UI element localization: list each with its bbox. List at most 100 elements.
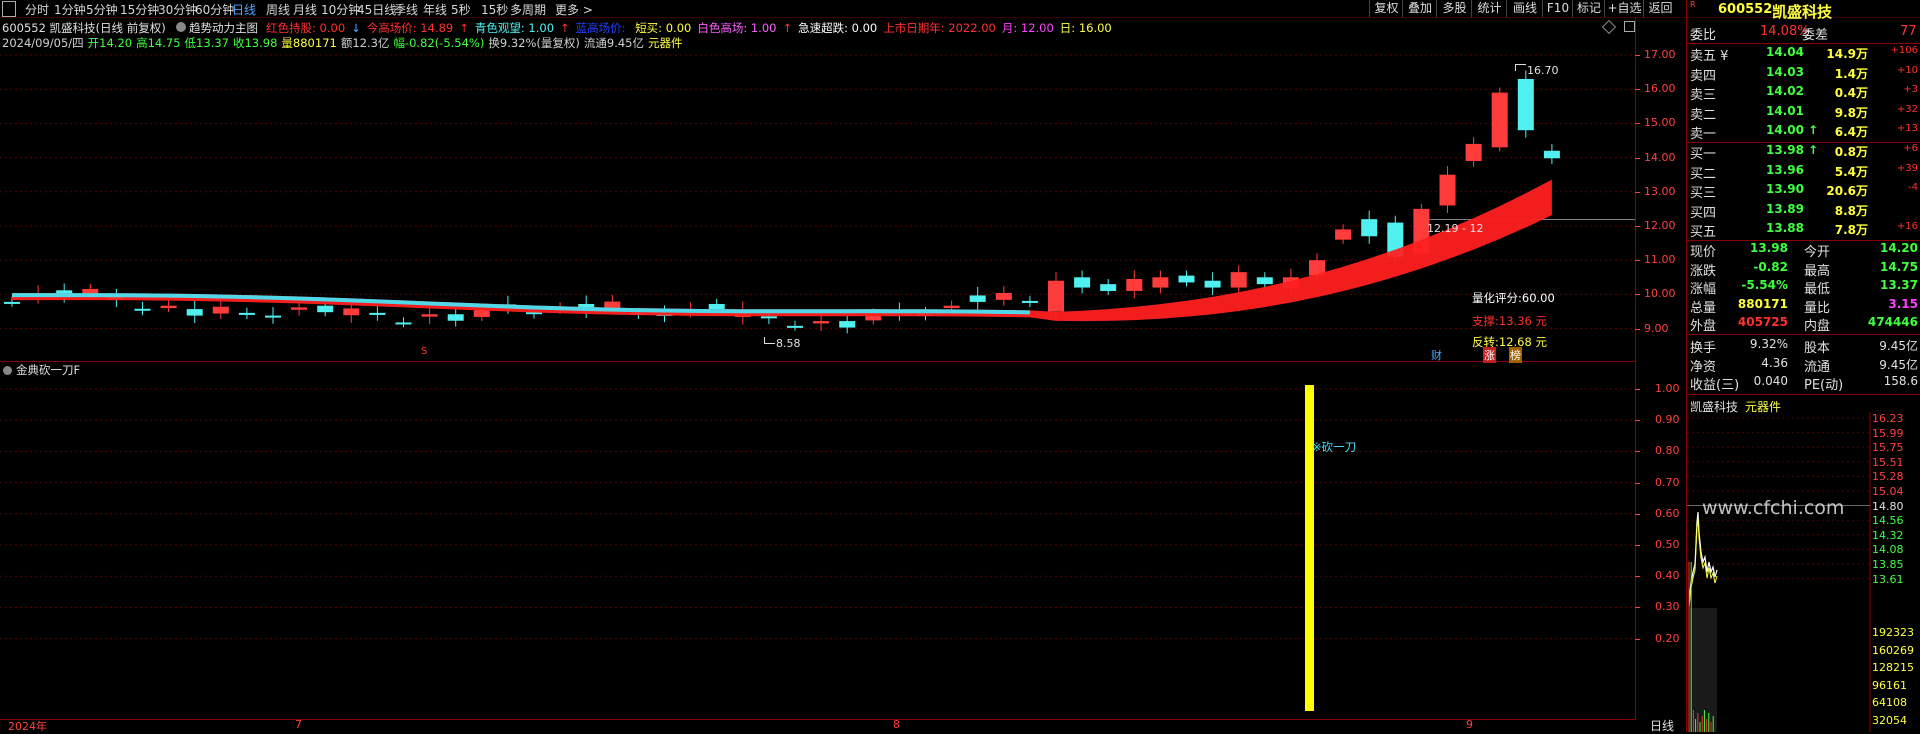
- stat-label: 最低: [1804, 282, 1831, 297]
- candle-body: [760, 316, 777, 319]
- bids-row-4: 买五 13.88 7.8万 +16: [1688, 221, 1920, 240]
- bids-label: 买一: [1690, 147, 1717, 162]
- mini-price-tick: 14.56: [1872, 514, 1904, 528]
- main-y-tickmark: [1635, 123, 1640, 125]
- stat-value: 405725: [1737, 315, 1788, 329]
- period-tab-5[interactable]: 60分钟: [195, 1, 234, 18]
- period-tab-7[interactable]: 周线: [266, 1, 290, 18]
- main-y-tickmark: [1635, 55, 1640, 56]
- candle-body: [291, 307, 308, 310]
- sub-y-tickmark: [1635, 420, 1640, 422]
- stat-label: 今开: [1804, 245, 1831, 260]
- stat-value: 9.45亿: [1879, 357, 1918, 372]
- menu-toggle-icon[interactable]: [2, 1, 16, 17]
- candle-body: [265, 315, 281, 318]
- mini-volume-tick: 96161: [1872, 678, 1907, 692]
- trend-band-up: [12, 179, 1552, 322]
- bids-label: 买五: [1690, 225, 1717, 240]
- asks-label: 卖四: [1690, 68, 1717, 84]
- tool-button-7[interactable]: +自选: [1604, 0, 1644, 17]
- period-tab-12[interactable]: 年线: [423, 1, 447, 18]
- stat-row-1: 涨跌 -0.82 最高 14.75: [1688, 259, 1920, 279]
- tool-button-6[interactable]: 标记: [1572, 0, 1605, 17]
- period-tab-4[interactable]: 30分钟: [158, 1, 197, 18]
- tool-button-8[interactable]: 返回: [1643, 0, 1677, 17]
- period-tab-13[interactable]: 5秒: [451, 1, 471, 18]
- candle-body: [4, 301, 20, 304]
- stat-label: 外盘: [1690, 319, 1717, 334]
- sub-y-tick: 0.60: [1655, 506, 1680, 520]
- main-y-tick: 17.00: [1644, 48, 1676, 61]
- mini-volume-tick: 64108: [1872, 696, 1907, 710]
- candle-body: [1491, 92, 1508, 148]
- sub-y-tick: 0.30: [1655, 600, 1680, 614]
- main-y-tick: 9.00: [1644, 321, 1669, 335]
- orderbook-divider: [1688, 43, 1920, 44]
- stat-value: 13.98: [1750, 241, 1788, 255]
- candle-body: [1543, 150, 1560, 159]
- sub-indicator-chart[interactable]: [0, 361, 1636, 718]
- period-tab-1[interactable]: 1分钟: [54, 1, 86, 18]
- mini-price-tick: 14.32: [1872, 528, 1904, 542]
- period-tab-3[interactable]: 15分钟: [120, 1, 159, 18]
- candle-body: [212, 306, 229, 314]
- asks-row-0: 卖五 ¥ 14.04 14.9万 +106: [1688, 45, 1920, 64]
- period-tab-2[interactable]: 5分钟: [86, 1, 118, 18]
- main-y-tickmark: [1635, 226, 1640, 227]
- main-y-tickmark: [1635, 191, 1640, 193]
- candlestick-chart[interactable]: [0, 17, 1636, 361]
- main-y-tick: 10.00: [1644, 287, 1676, 301]
- candle-body: [787, 325, 803, 328]
- stat-value: 474446: [1867, 315, 1918, 329]
- tool-button-3[interactable]: 统计: [1471, 0, 1507, 17]
- bids-row-0: 买一 13.98 ↑ 0.8万 +6: [1688, 143, 1920, 162]
- candle-body: [1230, 272, 1247, 288]
- asks-row-1: 卖四 14.03 1.4万 +10: [1688, 65, 1920, 84]
- stat-value: 14.75: [1880, 259, 1918, 274]
- period-indicator[interactable]: 日线: [1650, 717, 1674, 734]
- asks-price: 14.03: [1766, 64, 1804, 79]
- signal-label: ※砍一刀: [1312, 440, 1357, 454]
- period-tab-6[interactable]: 日线: [232, 1, 256, 18]
- tool-button-4[interactable]: 画线: [1506, 0, 1543, 17]
- sub-y-tick: 0.50: [1655, 538, 1680, 551]
- stat-value: 9.45亿: [1879, 339, 1918, 353]
- period-tab-14[interactable]: 15秒: [481, 1, 508, 18]
- asks-price: 14.01: [1766, 103, 1804, 118]
- orderbook-divider: [1688, 142, 1920, 143]
- tool-button-0[interactable]: 复权: [1369, 0, 1403, 17]
- stat-value: 158.6: [1883, 374, 1918, 388]
- asks-volume: 9.8万: [1834, 105, 1868, 120]
- low-price-label: 8.58: [776, 337, 801, 350]
- period-tab-15[interactable]: 多周期: [510, 1, 546, 18]
- tool-button-5[interactable]: F10: [1542, 0, 1573, 17]
- candle-body: [186, 309, 203, 316]
- bids-row-2: 买三 13.90 20.6万 -4: [1688, 182, 1920, 201]
- period-tab-10[interactable]: 45日线: [357, 1, 396, 18]
- stock-code: 600552: [1718, 2, 1773, 17]
- period-tab-8[interactable]: 月线: [293, 1, 317, 18]
- sub-y-tick: 0.80: [1655, 444, 1680, 458]
- sub-y-tickmark: [1635, 545, 1640, 546]
- period-tab-11[interactable]: 季线: [394, 1, 418, 18]
- weibi-row: 委比 14.08% 委差 77: [1690, 24, 1917, 43]
- tool-button-1[interactable]: 叠加: [1402, 0, 1437, 17]
- tool-button-2[interactable]: 多股: [1436, 0, 1472, 17]
- candle-body: [1335, 229, 1352, 240]
- stat-label: 量比: [1804, 300, 1831, 316]
- crosshair-label: 12.19 - 12: [1427, 222, 1484, 235]
- stat-value: 3.15: [1888, 296, 1918, 311]
- main-y-tick: 16.00: [1644, 82, 1676, 96]
- period-tab-0[interactable]: 分时: [25, 1, 49, 18]
- period-tab-16[interactable]: 更多 >: [555, 1, 593, 18]
- mini-price-tick: 14.80: [1872, 499, 1904, 513]
- period-toolbar: 分时 1分钟 5分钟 15分钟 30分钟 60分钟 日线 周线 月线 10分钟 45日线 季线 年线 5秒…: [0, 0, 1920, 18]
- asks-row-4: 卖一 14.00 ↑ 6.4万 +13: [1688, 123, 1920, 142]
- stat-value: 880171: [1737, 296, 1788, 311]
- asks-label: 卖五 ¥: [1690, 49, 1729, 64]
- stat-row-4: 外盘 405725 内盘 474446: [1688, 315, 1920, 334]
- period-tab-9[interactable]: 10分钟: [321, 1, 360, 18]
- bids-volume: 8.8万: [1834, 203, 1868, 218]
- candle-body: [343, 308, 360, 316]
- bids-change: +6: [1903, 143, 1918, 154]
